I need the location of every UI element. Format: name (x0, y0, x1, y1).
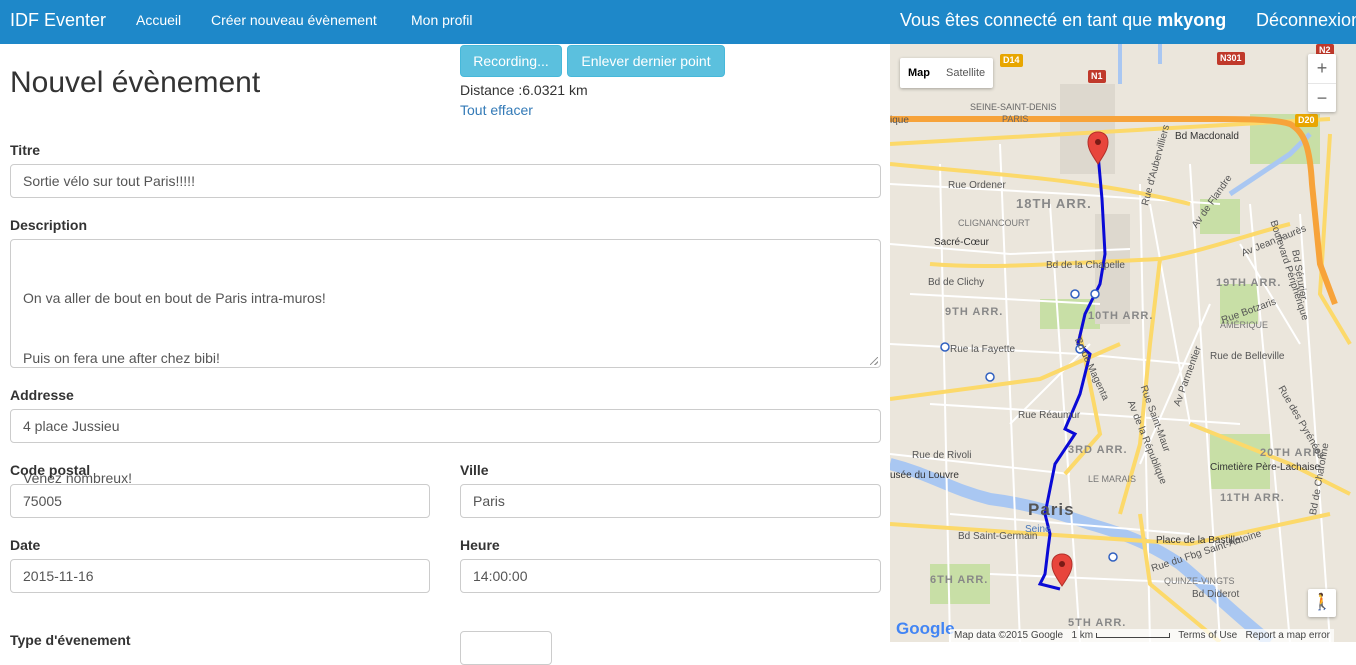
map-canvas (890, 44, 1352, 642)
map-label-sacre-coeur: Sacré-Cœur (934, 237, 990, 248)
route-map[interactable]: SEINE-SAINT-DENIS PARIS ique Bd Macdonal… (890, 44, 1356, 642)
recording-button[interactable]: Recording... (460, 45, 562, 77)
brand-link[interactable]: IDF Eventer (10, 10, 106, 31)
map-label-seine: Seine (1025, 524, 1051, 535)
end-marker-icon (1051, 553, 1073, 587)
map-label-arr19: 19TH ARR. (1216, 277, 1282, 289)
map-scale-label: 1 km (1071, 630, 1094, 641)
map-label-arr10: 10TH ARR. (1088, 310, 1154, 322)
description-textarea[interactable]: On va aller de bout en bout de Paris int… (10, 239, 881, 486)
map-label-rue-lafayette: Rue la Fayette (950, 344, 1016, 355)
map-label-le-marais: LE MARAIS (1088, 474, 1137, 484)
report-map-error-link[interactable]: Report a map error (1246, 630, 1330, 641)
description-label: Description (10, 217, 88, 233)
code-postal-label: Code postal (10, 462, 91, 478)
zoom-control: + − (1308, 54, 1336, 112)
map-data-credit: Map data ©2015 Google (954, 630, 1064, 641)
code-postal-input[interactable]: 75005 (10, 484, 430, 518)
road-badge-n301: N301 (1217, 52, 1245, 65)
titre-label: Titre (10, 142, 41, 158)
addresse-input[interactable]: 4 place Jussieu (10, 409, 881, 443)
nav-mon-profil[interactable]: Mon profil (411, 12, 472, 28)
remove-last-point-button[interactable]: Enlever dernier point (567, 45, 725, 77)
map-label-seine-st-denis: SEINE-SAINT-DENIS (970, 102, 1057, 112)
logout-link[interactable]: Déconnexion (1256, 10, 1356, 31)
nav-accueil[interactable]: Accueil (136, 12, 181, 28)
type-evenement-label: Type d'évenement (10, 632, 131, 648)
map-label-pere-lachaise: Cimetière Père-Lachaise (1210, 462, 1321, 473)
map-label-arr6: 6TH ARR. (930, 574, 989, 586)
resize-grip-icon[interactable] (870, 357, 878, 365)
type-evenement-select[interactable] (460, 631, 552, 665)
map-label-paris-center: Paris (1028, 500, 1075, 519)
description-line-2-text: Puis on fera une after chez bibi! (23, 350, 220, 366)
google-logo: Google (896, 619, 955, 639)
map-label-bd-clichy: Bd de Clichy (928, 277, 985, 288)
road-badge-d20: D20 (1295, 114, 1318, 127)
connected-as-text: Vous êtes connecté en tant que mkyong (900, 10, 1226, 31)
map-label-paris-top: PARIS (1002, 114, 1029, 124)
nav-creer-evenement[interactable]: Créer nouveau évènement (211, 12, 377, 28)
map-label-bd-diderot: Bd Diderot (1192, 589, 1240, 600)
map-label-ique: ique (890, 115, 909, 126)
ville-label: Ville (460, 462, 489, 478)
username: mkyong (1157, 10, 1227, 30)
canal (1118, 44, 1162, 84)
road-badge-d14: D14 (1000, 54, 1023, 67)
road-badge-n1: N1 (1088, 70, 1106, 83)
description-line-2: Puis on fera une after chez bibi! (23, 348, 868, 368)
map-label-quinze-vingts: QUINZE-VINGTS (1164, 576, 1235, 586)
connected-prefix: Vous êtes connecté en tant que (900, 10, 1158, 30)
map-label-rue-rivoli: Rue de Rivoli (912, 450, 972, 461)
zoom-out-button[interactable]: − (1308, 84, 1336, 113)
map-scale-bar (1095, 632, 1170, 638)
titre-input[interactable]: Sortie vélo sur tout Paris!!!!! (10, 164, 881, 198)
rail-yard-nord (1060, 84, 1115, 174)
map-label-arr9: 9TH ARR. (945, 306, 1004, 318)
pegman-icon[interactable]: 🚶 (1308, 589, 1336, 617)
map-label-arr11: 11TH ARR. (1220, 492, 1285, 504)
map-label-bd-macdonald: Bd Macdonald (1175, 131, 1239, 142)
date-input[interactable]: 2015-11-16 (10, 559, 430, 593)
top-navbar: IDF Eventer Accueil Créer nouveau évènem… (0, 0, 1356, 44)
heure-label: Heure (460, 537, 500, 553)
map-type-satellite-button[interactable]: Satellite (938, 58, 993, 88)
map-type-control: Map Satellite (900, 58, 994, 88)
map-label-arr18: 18TH ARR. (1016, 196, 1092, 211)
map-footer: Map data ©2015 Google 1 km Terms of Use … (950, 629, 1334, 642)
description-line-1: On va aller de bout en bout de Paris int… (23, 288, 868, 308)
map-label-bd-chapelle: Bd de la Chapelle (1046, 260, 1125, 271)
addresse-label: Addresse (10, 387, 74, 403)
map-label-musee-louvre: usée du Louvre (890, 470, 959, 481)
map-label-clignancourt: CLIGNANCOURT (958, 218, 1030, 228)
description-line-1-text: On va aller de bout en bout de Paris int… (23, 290, 326, 306)
date-label: Date (10, 537, 41, 553)
map-type-map-button[interactable]: Map (900, 58, 938, 88)
ville-input[interactable]: Paris (460, 484, 881, 518)
distance-readout: Distance :6.0321 km (460, 82, 588, 98)
clear-all-link[interactable]: Tout effacer (460, 102, 533, 118)
map-label-arr5: 5TH ARR. (1068, 617, 1127, 629)
heure-input[interactable]: 14:00:00 (460, 559, 881, 593)
map-label-rue-ordener: Rue Ordener (948, 180, 1006, 191)
map-label-rue-reaumur: Rue Réaumur (1018, 410, 1081, 421)
zoom-in-button[interactable]: + (1308, 54, 1336, 83)
terms-of-use-link[interactable]: Terms of Use (1178, 630, 1237, 641)
page-title: Nouvel évènement (10, 66, 261, 99)
google-logo-text: Google (896, 619, 955, 638)
map-label-arr3: 3RD ARR. (1068, 444, 1128, 456)
map-label-rue-belleville: Rue de Belleville (1210, 351, 1285, 362)
